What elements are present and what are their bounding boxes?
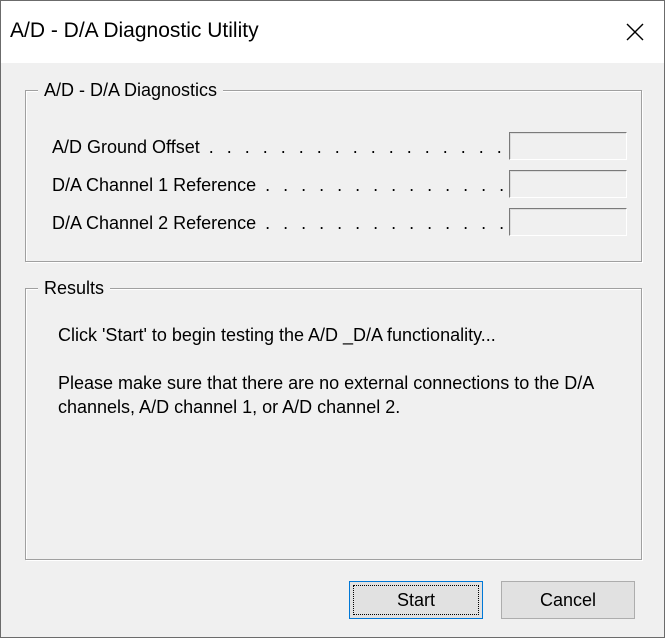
start-button-label: Start [353, 585, 479, 615]
close-icon [625, 22, 645, 42]
diagnostics-group: A/D - D/A Diagnostics A/D Ground Offset … [25, 78, 642, 262]
channel1-reference-value [509, 170, 627, 198]
results-group-label: Results [38, 276, 111, 300]
close-button[interactable] [606, 1, 664, 63]
leader-dots: . . . . . . . . . . . . . . . [256, 213, 507, 233]
channel2-reference-value [509, 208, 627, 236]
channel1-reference-label: D/A Channel 1 Reference . . . . . . . . … [52, 175, 507, 195]
ground-offset-value [509, 132, 627, 160]
ground-offset-row: A/D Ground Offset . . . . . . . . . . . … [52, 132, 627, 162]
leader-dots: . . . . . . . . . . . . . . . . . . . . [208, 137, 507, 157]
results-instruction: Click 'Start' to begin testing the A/D _… [58, 325, 496, 345]
start-button[interactable]: Start [349, 581, 483, 619]
window-title: A/D - D/A Diagnostic Utility [10, 19, 259, 42]
channel1-reference-row: D/A Channel 1 Reference . . . . . . . . … [52, 170, 627, 200]
title-bar: A/D - D/A Diagnostic Utility [1, 1, 664, 63]
leader-dots: . . . . . . . . . . . . . . [256, 175, 507, 195]
ground-offset-label: A/D Ground Offset . . . . . . . . . . . … [52, 136, 507, 158]
diagnostic-dialog: A/D - D/A Diagnostic Utility A/D - D/A D… [0, 0, 665, 638]
results-group: Results Click 'Start' to begin testing t… [25, 276, 642, 560]
results-text: Click 'Start' to begin testing the A/D _… [58, 323, 618, 419]
results-warning: Please make sure that there are no exter… [58, 373, 594, 417]
diagnostics-group-label: A/D - D/A Diagnostics [38, 78, 224, 102]
channel2-reference-label: D/A Channel 2 Reference . . . . . . . . … [52, 212, 507, 234]
cancel-button[interactable]: Cancel [501, 581, 635, 619]
channel2-reference-row: D/A Channel 2 Reference . . . . . . . . … [52, 208, 627, 238]
